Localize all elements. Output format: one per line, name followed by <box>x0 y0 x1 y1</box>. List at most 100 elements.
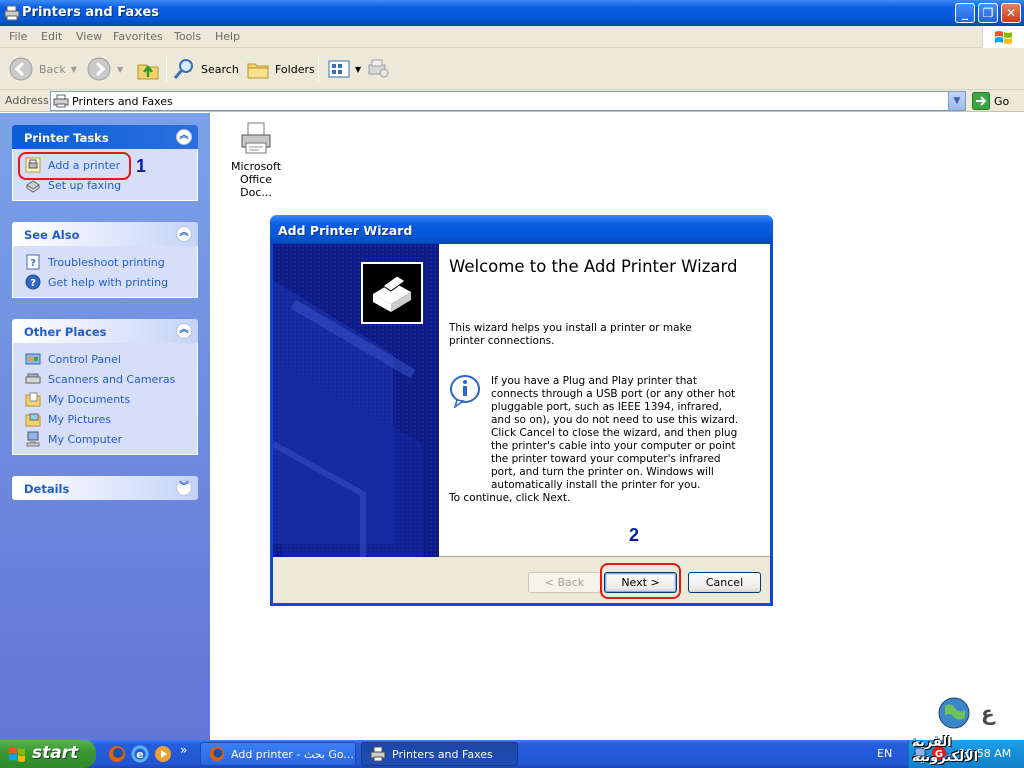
menu-favorites[interactable]: Favorites <box>113 30 163 43</box>
computer-icon <box>26 431 40 447</box>
get-help-printing-label: Get help with printing <box>48 275 169 289</box>
quicklaunch-overflow-icon[interactable]: » <box>180 743 187 757</box>
windows-flag-icon <box>995 31 1012 44</box>
folders-label: Folders <box>275 62 315 76</box>
information-icon <box>450 375 480 408</box>
wizard-plug-and-play-text: If you have a Plug and Play printer that… <box>491 375 739 491</box>
chevron-down-icon: ▼ <box>953 96 961 106</box>
views-button[interactable]: ▼ <box>328 56 361 82</box>
my-pictures-label: My Pictures <box>48 412 112 426</box>
wizard-continue-text: To continue, click Next. <box>449 492 571 504</box>
taskbar-item-label: Printers and Faxes <box>392 747 493 761</box>
taskbar-item-add-printer[interactable]: Add printer - بحث Go... <box>200 742 356 766</box>
windows-flag-icon <box>9 747 25 762</box>
window-title: Printers and Faxes <box>22 5 160 20</box>
up-button[interactable] <box>136 56 160 82</box>
address-label: Address <box>5 94 49 107</box>
details-panel: Details ︾ <box>12 476 198 500</box>
printer-item-office-document[interactable]: Microsoft Office Doc... <box>224 121 288 199</box>
my-computer-link[interactable]: My Computer <box>25 429 197 449</box>
wizard-text: Welcome to the Add Printer Wizard This w… <box>449 257 759 505</box>
back-label: Back <box>39 62 66 76</box>
language-indicator[interactable]: EN <box>877 747 892 760</box>
restore-icon: ❐ <box>982 6 994 20</box>
wizard-title: Add Printer Wizard <box>278 223 413 238</box>
collapse-icon[interactable]: ︽ <box>176 226 192 242</box>
back-dropdown-icon: ▼ <box>70 64 77 74</box>
printer-tasks-title: Printer Tasks <box>24 131 109 145</box>
troubleshoot-printing-label: Troubleshoot printing <box>48 255 165 269</box>
my-documents-label: My Documents <box>48 392 131 406</box>
menu-edit[interactable]: Edit <box>41 30 62 43</box>
window-titlebar[interactable]: Printers and Faxes _ ❐ ✕ <box>0 0 1024 26</box>
address-value: Printers and Faxes <box>72 95 173 108</box>
menu-help[interactable]: Help <box>215 30 240 43</box>
control-panel-link[interactable]: Control Panel <box>25 349 197 369</box>
taskbar: start e » Add printer - بحث Go... Printe… <box>0 740 1024 768</box>
printer-tasks-header[interactable]: Printer Tasks ︽ <box>12 125 198 149</box>
expand-icon[interactable]: ︾ <box>176 480 192 496</box>
printer-icon <box>4 5 20 21</box>
get-help-printing-link[interactable]: ? Get help with printing <box>25 272 197 292</box>
search-label: Search <box>201 62 239 76</box>
my-documents-link[interactable]: My Documents <box>25 389 197 409</box>
search-button[interactable]: Search <box>172 56 239 82</box>
control-panel-label: Control Panel <box>48 352 121 366</box>
taskbar-item-printers-faxes[interactable]: Printers and Faxes <box>361 742 518 766</box>
globe-logo-icon: ع <box>938 697 996 729</box>
wizard-heading: Welcome to the Add Printer Wizard <box>449 257 738 276</box>
troubleshoot-printing-link[interactable]: ? Troubleshoot printing <box>25 252 197 272</box>
internet-explorer-icon[interactable]: e <box>131 745 149 763</box>
other-places-header[interactable]: Other Places ︽ <box>12 319 198 343</box>
wizard-titlebar[interactable]: Add Printer Wizard <box>270 215 773 244</box>
printer-properties-icon <box>368 59 389 78</box>
cancel-button[interactable]: Cancel <box>688 572 761 593</box>
printer-icon <box>241 122 271 154</box>
documents-folder-icon <box>25 392 41 407</box>
menu-file[interactable]: File <box>9 30 27 43</box>
forward-button[interactable]: ▼ <box>86 56 123 82</box>
address-bar: Address Printers and Faxes ▼ Go <box>0 90 1024 112</box>
collapse-icon[interactable]: ︽ <box>176 129 192 145</box>
close-button[interactable]: ✕ <box>1001 3 1021 23</box>
go-label: Go <box>994 94 1010 108</box>
folder-sync-button[interactable] <box>366 56 390 82</box>
wizard-body: Welcome to the Add Printer Wizard This w… <box>273 244 770 557</box>
folders-button[interactable]: Folders <box>246 56 315 82</box>
media-player-icon[interactable] <box>154 745 172 763</box>
folder-up-icon <box>137 64 159 80</box>
back-arrow-icon <box>9 57 33 81</box>
watermark-text: القرية الالكترونية <box>912 735 979 765</box>
see-also-header[interactable]: See Also ︽ <box>12 222 198 246</box>
address-dropdown-button[interactable]: ▼ <box>948 92 965 110</box>
forward-arrow-icon <box>87 57 111 81</box>
wizard-printer-icon-frame <box>361 262 423 324</box>
help-book-icon: ? <box>26 254 40 270</box>
collapse-icon[interactable]: ︽ <box>176 323 192 339</box>
see-also-panel: See Also ︽ ? Troubleshoot printing ? Get… <box>12 222 198 298</box>
start-button[interactable]: start <box>0 740 96 768</box>
printer-icon <box>363 264 421 322</box>
go-button[interactable]: Go <box>972 92 1009 110</box>
printer-item-label-line1: Microsoft <box>230 160 282 173</box>
back-button[interactable]: Back ▼ <box>8 56 77 82</box>
firefox-icon <box>209 746 225 762</box>
help-circle-icon: ? <box>25 274 41 290</box>
windows-logo <box>982 26 1024 48</box>
menu-tools[interactable]: Tools <box>174 30 201 43</box>
svg-text:ع: ع <box>981 701 996 725</box>
scanners-cameras-label: Scanners and Cameras <box>48 372 176 386</box>
scanner-icon <box>25 373 41 384</box>
task-pane: Printer Tasks ︽ Add a printer Set up fax… <box>0 113 210 740</box>
scanners-cameras-link[interactable]: Scanners and Cameras <box>25 369 197 389</box>
go-arrow-icon <box>972 92 990 110</box>
details-header[interactable]: Details ︾ <box>12 476 198 500</box>
my-pictures-link[interactable]: My Pictures <box>25 409 197 429</box>
minimize-button[interactable]: _ <box>955 3 975 23</box>
back-button[interactable]: < Back <box>528 572 601 593</box>
address-input[interactable]: Printers and Faxes ▼ <box>50 91 966 111</box>
other-places-title: Other Places <box>24 325 107 339</box>
firefox-icon[interactable] <box>108 745 126 763</box>
restore-button[interactable]: ❐ <box>978 3 998 23</box>
menu-view[interactable]: View <box>76 30 102 43</box>
